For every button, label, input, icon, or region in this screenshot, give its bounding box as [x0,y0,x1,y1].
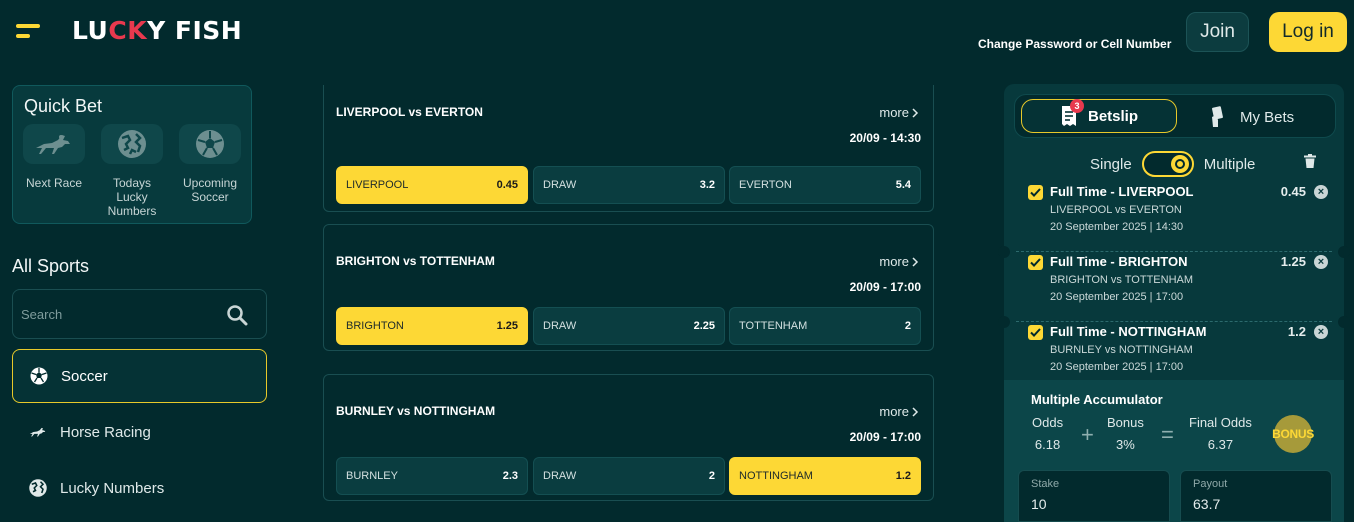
odds-button-draw[interactable]: DRAW 3.2 [533,166,725,204]
trash-icon[interactable] [1304,154,1316,168]
multiple-accumulator: Multiple Accumulator Odds 6.18 + Bonus 3… [1004,380,1344,522]
bet-item: Full Time - LIVERPOOL LIVERPOOL vs EVERT… [998,182,1350,258]
check-icon [1030,328,1041,337]
all-sports-title: All Sports [12,256,90,276]
check-icon [1030,258,1041,267]
stake-input[interactable]: Stake 10 [1018,470,1170,522]
accumulator-odds: Odds 6.18 [1032,415,1064,452]
quick-bet-panel: Quick Bet Next Race Todays Lucky Numbers… [12,85,252,224]
check-icon [1030,188,1041,197]
bet-title: Full Time - BRIGHTON [1050,254,1188,269]
horse-racing-icon [29,427,46,437]
odds-button-home[interactable]: BURNLEY 2.3 [336,457,528,495]
odds-button-away[interactable]: NOTTINGHAM 1.2 [729,457,921,495]
multiple-label: Multiple [1203,155,1256,173]
quick-bet-label: Next Race [25,176,83,190]
odds-button-home[interactable]: LIVERPOOL 0.45 [336,166,528,204]
match-datetime: 20/09 - 17:00 [849,430,921,444]
search-icon[interactable] [226,304,248,326]
sport-item-horse-racing[interactable]: Horse Racing [12,405,267,459]
odds-button-away[interactable]: EVERTON 5.4 [729,166,921,204]
chevron-right-icon [912,406,919,417]
payout-field: Payout 63.7 [1180,470,1332,522]
change-password-link[interactable]: Change Password or Cell Number [978,37,1171,51]
bonus-badge: BONUS [1272,415,1314,453]
bet-checkbox[interactable] [1028,255,1043,270]
sport-item-label: Soccer [61,367,108,385]
search-input[interactable]: Search [12,289,267,339]
match-title: BURNLEY vs NOTTINGHAM [336,404,496,418]
quick-bet-next-race[interactable]: Next Race [22,124,86,190]
odds-button-draw[interactable]: DRAW 2.25 [533,307,725,345]
bet-date: 20 September 2025 | 17:00 [1050,361,1184,373]
bet-item: Full Time - BRIGHTON BRIGHTON vs TOTTENH… [998,252,1350,328]
bet-match: BRIGHTON vs TOTTENHAM [1050,274,1194,286]
plus-sign: + [1081,422,1094,447]
menu-icon[interactable] [16,24,42,40]
bet-title: Full Time - NOTTINGHAM [1050,324,1207,339]
accumulator-title: Multiple Accumulator [1031,392,1163,407]
tab-betslip[interactable]: 3 Betslip [1021,99,1177,133]
bet-mode-toggle-row: Single Multiple [1090,151,1255,177]
equals-sign: = [1161,422,1174,447]
bet-date: 20 September 2025 | 17:00 [1050,291,1184,303]
betslip-tabs: 3 Betslip My Bets [1014,94,1336,138]
search-placeholder: Search [21,307,63,322]
soccer-ball-icon [196,130,224,158]
single-multiple-toggle[interactable] [1141,151,1194,177]
login-button[interactable]: Log in [1269,12,1347,52]
match-card: BRIGHTON vs TOTTENHAM more 20/09 - 17:00… [323,224,934,351]
chevron-right-icon [912,107,919,118]
more-link[interactable]: more [879,254,919,269]
more-link[interactable]: more [879,105,919,120]
odds-button-home[interactable]: BRIGHTON 1.25 [336,307,528,345]
betslip-panel: 3 Betslip My Bets Single Multiple Full T… [998,84,1350,522]
odds-button-draw[interactable]: DRAW 2 [533,457,725,495]
chevron-right-icon [912,256,919,267]
hand-ticket-icon [1212,106,1223,127]
sport-item-lucky-numbers[interactable]: Lucky Numbers [12,461,267,515]
globe-icon [29,479,47,497]
bet-date: 20 September 2025 | 14:30 [1050,221,1184,233]
bet-odd: 0.45 [1280,184,1306,199]
bet-odd: 1.2 [1287,324,1306,339]
logo[interactable]: LUCKY FISH [72,16,242,45]
betslip-count-badge: 3 [1070,99,1084,113]
match-card: LIVERPOOL vs EVERTON more 20/09 - 14:30 … [323,85,934,212]
soccer-ball-icon [30,367,48,385]
bet-odd: 1.25 [1280,254,1306,269]
quick-bet-upcoming-soccer[interactable]: Upcoming Soccer [178,124,242,204]
remove-bet-icon[interactable]: × [1314,325,1328,339]
single-label: Single [1090,155,1132,173]
sport-item-soccer[interactable]: Soccer [12,349,267,403]
bet-match: LIVERPOOL vs EVERTON [1050,204,1182,216]
bet-checkbox[interactable] [1028,325,1043,340]
quick-bet-lucky-numbers[interactable]: Todays Lucky Numbers [100,124,164,218]
horse-racing-icon [36,135,70,154]
more-link[interactable]: more [879,404,919,419]
match-datetime: 20/09 - 17:00 [849,280,921,294]
join-button[interactable]: Join [1186,12,1249,52]
tab-my-bets[interactable]: My Bets [1210,106,1294,128]
remove-bet-icon[interactable]: × [1314,185,1328,199]
match-title: BRIGHTON vs TOTTENHAM [336,254,495,268]
match-title: LIVERPOOL vs EVERTON [336,105,483,119]
sport-item-label: Horse Racing [60,423,151,441]
quick-bet-label: Upcoming Soccer [182,176,238,204]
accumulator-bonus: Bonus 3% [1107,415,1144,452]
bet-title: Full Time - LIVERPOOL [1050,184,1194,199]
accumulator-final-odds: Final Odds 6.37 [1189,415,1252,452]
match-datetime: 20/09 - 14:30 [849,131,921,145]
remove-bet-icon[interactable]: × [1314,255,1328,269]
quick-bet-title: Quick Bet [24,96,103,116]
odds-button-away[interactable]: TOTTENHAM 2 [729,307,921,345]
globe-icon [118,130,146,158]
quick-bet-label: Todays Lucky Numbers [107,176,157,218]
bet-checkbox[interactable] [1028,185,1043,200]
sport-item-label: Lucky Numbers [60,479,165,497]
match-card: BURNLEY vs NOTTINGHAM more 20/09 - 17:00… [323,374,934,501]
bet-match: BURNLEY vs NOTTINGHAM [1050,344,1193,356]
